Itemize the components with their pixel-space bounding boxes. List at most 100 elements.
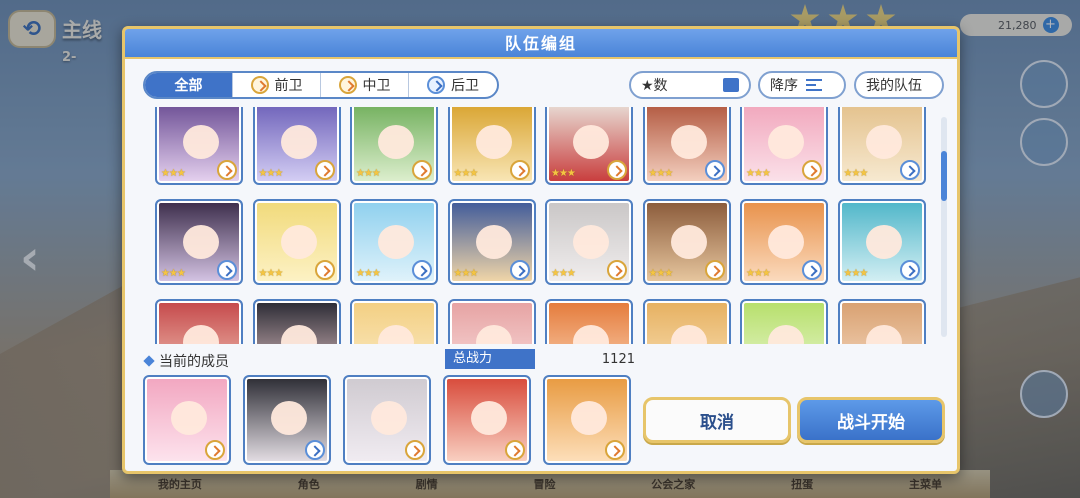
character-portrait bbox=[378, 325, 414, 344]
front-role-icon bbox=[607, 260, 627, 280]
filter-back-label: 后卫 bbox=[451, 78, 479, 94]
character-portrait bbox=[280, 125, 317, 159]
character-card[interactable] bbox=[350, 299, 438, 344]
character-card[interactable]: ★★★ bbox=[837, 107, 926, 185]
order-button[interactable]: 降序 bbox=[758, 71, 846, 99]
member-slot[interactable] bbox=[543, 375, 631, 465]
back-role-icon bbox=[704, 160, 725, 180]
total-power: 总战力 1121 bbox=[445, 349, 635, 369]
character-card[interactable]: ★★★ bbox=[837, 199, 926, 285]
character-card[interactable]: ★★★ bbox=[447, 199, 536, 285]
star-rating: ★★★ bbox=[746, 268, 771, 279]
character-card[interactable]: ★★★ bbox=[740, 199, 828, 285]
filter-all-tab[interactable]: 全部 bbox=[145, 73, 233, 97]
total-power-value: 1121 bbox=[601, 351, 635, 367]
star-rating: ★★★ bbox=[356, 168, 381, 179]
front-role-icon bbox=[704, 260, 725, 280]
character-portrait bbox=[768, 325, 804, 344]
back-role-icon bbox=[899, 260, 920, 280]
character-card[interactable] bbox=[252, 299, 341, 344]
character-portrait bbox=[670, 225, 707, 259]
character-card[interactable] bbox=[545, 299, 633, 344]
back-role-icon bbox=[412, 260, 432, 280]
character-portrait bbox=[571, 401, 607, 435]
battle-start-button[interactable]: 战斗开始 bbox=[797, 397, 945, 443]
character-portrait bbox=[471, 401, 507, 435]
filter-middle-label: 中卫 bbox=[362, 78, 391, 94]
filter-back-tab[interactable]: 后卫 bbox=[409, 73, 497, 97]
member-slot[interactable] bbox=[243, 375, 331, 465]
character-card[interactable]: ★★★ bbox=[252, 199, 341, 285]
back-role-icon bbox=[509, 260, 530, 280]
back-role-icon bbox=[899, 160, 920, 180]
my-team-button[interactable]: 我的队伍 bbox=[854, 71, 944, 99]
filter-front-tab[interactable]: 前卫 bbox=[233, 73, 321, 97]
front-role-icon bbox=[505, 440, 525, 460]
position-filter: 全部 前卫 中卫 后卫 bbox=[143, 71, 499, 99]
character-card[interactable]: ★★★ bbox=[447, 107, 536, 185]
back-role-icon bbox=[217, 260, 237, 280]
star-rating: ★★★ bbox=[161, 168, 186, 179]
star-rating: ★★★ bbox=[356, 268, 381, 279]
current-members-label: 当前的成员 bbox=[159, 354, 229, 370]
character-portrait bbox=[378, 225, 414, 259]
character-card[interactable]: ★★★ bbox=[155, 199, 243, 285]
character-portrait bbox=[280, 225, 317, 259]
star-rating: ★★★ bbox=[453, 268, 479, 279]
character-card[interactable]: ★★★ bbox=[252, 107, 341, 185]
character-portrait bbox=[475, 325, 512, 344]
character-portrait bbox=[768, 125, 804, 159]
character-portrait bbox=[371, 401, 407, 435]
character-card[interactable] bbox=[447, 299, 536, 344]
front-role-icon bbox=[314, 260, 335, 280]
star-rating: ★★★ bbox=[746, 168, 771, 179]
member-slot[interactable] bbox=[443, 375, 531, 465]
member-slot[interactable] bbox=[143, 375, 231, 465]
character-card[interactable]: ★★★ bbox=[545, 107, 633, 185]
grid-scrollbar[interactable] bbox=[941, 117, 947, 337]
character-portrait bbox=[183, 125, 219, 159]
team-formation-dialog: 队伍编组 全部 前卫 中卫 后卫 ★数 降序 我的队伍 ★★★ ★★★ ★★★ … bbox=[122, 26, 960, 474]
character-portrait bbox=[768, 225, 804, 259]
character-grid: ★★★ ★★★ ★★★ ★★★ ★★★ ★★★ ★★★ ★★★ ★★★ ★★★ ★★★ ★★★ ★★★ ★… bbox=[155, 107, 926, 344]
character-card[interactable]: ★★★ bbox=[642, 199, 731, 285]
character-portrait bbox=[670, 125, 707, 159]
character-portrait bbox=[573, 325, 609, 344]
character-portrait bbox=[475, 125, 512, 159]
character-portrait bbox=[378, 125, 414, 159]
character-card[interactable]: ★★★ bbox=[350, 199, 438, 285]
character-portrait bbox=[573, 125, 609, 159]
middle-role-icon bbox=[314, 160, 335, 180]
front-role-icon bbox=[205, 440, 225, 460]
character-card[interactable]: ★★★ bbox=[642, 107, 731, 185]
front-role-icon bbox=[412, 160, 432, 180]
current-members-heading: 当前的成员 bbox=[143, 351, 229, 371]
character-portrait bbox=[183, 225, 219, 259]
sort-order-icon bbox=[806, 79, 822, 91]
total-power-label: 总战力 bbox=[445, 349, 535, 369]
star-sort-label: ★数 bbox=[641, 78, 668, 94]
character-card[interactable]: ★★★ bbox=[350, 107, 438, 185]
character-card[interactable] bbox=[740, 299, 828, 344]
member-slot[interactable] bbox=[343, 375, 431, 465]
cancel-button[interactable]: 取消 bbox=[643, 397, 791, 443]
front-role-icon bbox=[217, 160, 237, 180]
star-rating: ★★★ bbox=[161, 268, 186, 279]
star-sort-button[interactable]: ★数 bbox=[629, 71, 751, 99]
star-rating: ★★★ bbox=[648, 268, 674, 279]
star-rating: ★★★ bbox=[648, 168, 674, 179]
character-card[interactable]: ★★★ bbox=[155, 107, 243, 185]
star-rating: ★★★ bbox=[453, 168, 479, 179]
character-card[interactable] bbox=[837, 299, 926, 344]
diamond-icon bbox=[143, 355, 155, 367]
order-label: 降序 bbox=[770, 78, 798, 94]
character-card[interactable]: ★★★ bbox=[740, 107, 828, 185]
character-grid-area: ★★★ ★★★ ★★★ ★★★ ★★★ ★★★ ★★★ ★★★ ★★★ ★★★ ★★★ ★★★ ★★★ ★… bbox=[125, 107, 957, 344]
character-card[interactable] bbox=[155, 299, 243, 344]
character-card[interactable]: ★★★ bbox=[545, 199, 633, 285]
filter-middle-tab[interactable]: 中卫 bbox=[321, 73, 409, 97]
character-card[interactable] bbox=[642, 299, 731, 344]
scrollbar-thumb[interactable] bbox=[941, 151, 947, 201]
middle-role-icon bbox=[338, 76, 357, 94]
character-portrait bbox=[865, 125, 902, 159]
